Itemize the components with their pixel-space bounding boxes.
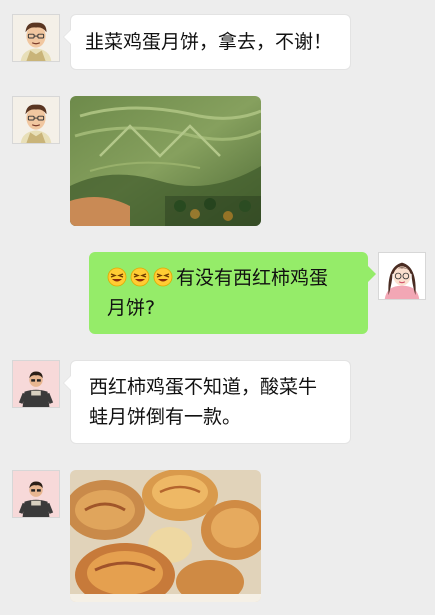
- message-text: 韭菜鸡蛋月饼，拿去，不谢！: [85, 31, 333, 53]
- message-line-2: 蛙月饼倒有一款。: [89, 406, 242, 428]
- contact-avatar[interactable]: [12, 360, 60, 408]
- squint-laugh-emoji: [130, 267, 150, 287]
- friend-avatar[interactable]: [12, 14, 60, 62]
- message-text: 有没有西红柿鸡蛋: [176, 267, 329, 289]
- contact-avatar[interactable]: [12, 470, 60, 518]
- friend-avatar[interactable]: [12, 96, 60, 144]
- message-bubble[interactable]: 西红柿鸡蛋不知道，酸菜牛 蛙月饼倒有一款。: [63, 360, 351, 444]
- my-message-bubble[interactable]: 有没有西红柿鸡蛋 月饼?: [89, 252, 376, 334]
- squint-laugh-emoji: [153, 267, 173, 287]
- squint-laugh-emoji: [107, 267, 127, 287]
- my-avatar[interactable]: [378, 252, 426, 300]
- pastry-mooncakes-photo[interactable]: [70, 470, 261, 602]
- message-line-1: 西红柿鸡蛋不知道，酸菜牛: [89, 376, 318, 398]
- message-bubble[interactable]: 韭菜鸡蛋月饼，拿去，不谢！: [63, 14, 351, 70]
- message-line-2: 月饼?: [107, 297, 156, 319]
- green-mooncake-photo[interactable]: [70, 96, 261, 226]
- message-line-1: 有没有西红柿鸡蛋: [107, 263, 354, 293]
